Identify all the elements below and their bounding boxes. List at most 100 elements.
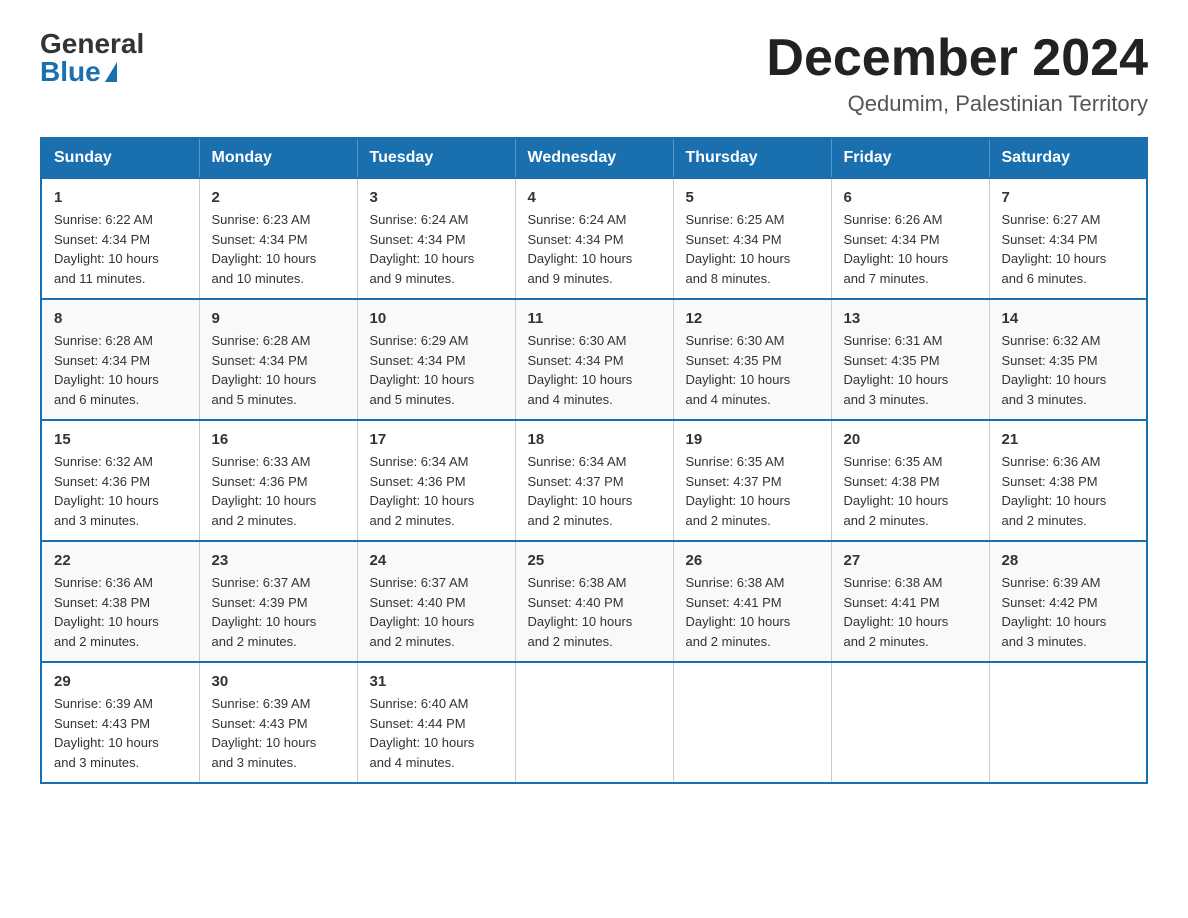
logo-blue-text: Blue bbox=[40, 58, 119, 86]
calendar-cell: 16 Sunrise: 6:33 AM Sunset: 4:36 PM Dayli… bbox=[199, 420, 357, 541]
calendar-cell: 4Sunrise: 6:24 AM Sunset: 4:34 PM Daylig… bbox=[515, 178, 673, 299]
calendar-cell: 31Sunrise: 6:40 AM Sunset: 4:44 PM Dayli… bbox=[357, 662, 515, 783]
day-number: 22 bbox=[54, 552, 187, 569]
calendar-week-row: 1Sunrise: 6:22 AM Sunset: 4:34 PM Daylig… bbox=[41, 178, 1147, 299]
day-info: Sunrise: 6:39 AM Sunset: 4:43 PM Dayligh… bbox=[212, 694, 345, 772]
day-number: 3 bbox=[370, 189, 503, 206]
day-number: 31 bbox=[370, 673, 503, 690]
day-info: Sunrise: 6:23 AM Sunset: 4:34 PM Dayligh… bbox=[212, 210, 345, 288]
day-number: 6 bbox=[844, 189, 977, 206]
logo-triangle-icon bbox=[105, 62, 117, 82]
day-info: Sunrise: 6:34 AM Sunset: 4:37 PM Dayligh… bbox=[528, 452, 661, 530]
calendar-week-row: 22 Sunrise: 6:36 AM Sunset: 4:38 PM Dayli… bbox=[41, 541, 1147, 662]
day-info: Sunrise: 6:25 AM Sunset: 4:34 PM Dayligh… bbox=[686, 210, 819, 288]
day-info: Sunrise: 6:28 AM Sunset: 4:34 PM Dayligh… bbox=[54, 331, 187, 409]
day-info: Sunrise: 6:35 AM Sunset: 4:37 PM Dayligh… bbox=[686, 452, 819, 530]
calendar-cell: 8 Sunrise: 6:28 AM Sunset: 4:34 PM Daylig… bbox=[41, 299, 199, 420]
calendar-cell bbox=[515, 662, 673, 783]
day-number: 24 bbox=[370, 552, 503, 569]
calendar-header-row: SundayMondayTuesdayWednesdayThursdayFrid… bbox=[41, 138, 1147, 178]
day-info: Sunrise: 6:37 AM Sunset: 4:39 PM Dayligh… bbox=[212, 573, 345, 651]
day-number: 26 bbox=[686, 552, 819, 569]
day-number: 21 bbox=[1002, 431, 1135, 448]
day-info: Sunrise: 6:26 AM Sunset: 4:34 PM Dayligh… bbox=[844, 210, 977, 288]
day-number: 13 bbox=[844, 310, 977, 327]
calendar-cell: 25 Sunrise: 6:38 AM Sunset: 4:40 PM Dayli… bbox=[515, 541, 673, 662]
calendar-cell: 18 Sunrise: 6:34 AM Sunset: 4:37 PM Dayli… bbox=[515, 420, 673, 541]
calendar-cell: 10Sunrise: 6:29 AM Sunset: 4:34 PM Dayli… bbox=[357, 299, 515, 420]
calendar-cell: 21Sunrise: 6:36 AM Sunset: 4:38 PM Dayli… bbox=[989, 420, 1147, 541]
calendar-week-row: 29 Sunrise: 6:39 AM Sunset: 4:43 PM Dayli… bbox=[41, 662, 1147, 783]
day-info: Sunrise: 6:35 AM Sunset: 4:38 PM Dayligh… bbox=[844, 452, 977, 530]
calendar-cell bbox=[989, 662, 1147, 783]
calendar-cell bbox=[831, 662, 989, 783]
day-number: 27 bbox=[844, 552, 977, 569]
calendar-cell: 9 Sunrise: 6:28 AM Sunset: 4:34 PM Daylig… bbox=[199, 299, 357, 420]
day-number: 5 bbox=[686, 189, 819, 206]
calendar-cell: 20 Sunrise: 6:35 AM Sunset: 4:38 PM Dayli… bbox=[831, 420, 989, 541]
day-info: Sunrise: 6:24 AM Sunset: 4:34 PM Dayligh… bbox=[370, 210, 503, 288]
calendar-week-row: 8 Sunrise: 6:28 AM Sunset: 4:34 PM Daylig… bbox=[41, 299, 1147, 420]
day-info: Sunrise: 6:36 AM Sunset: 4:38 PM Dayligh… bbox=[54, 573, 187, 651]
day-number: 20 bbox=[844, 431, 977, 448]
header-thursday: Thursday bbox=[673, 138, 831, 178]
calendar-cell: 19 Sunrise: 6:35 AM Sunset: 4:37 PM Dayli… bbox=[673, 420, 831, 541]
day-info: Sunrise: 6:38 AM Sunset: 4:40 PM Dayligh… bbox=[528, 573, 661, 651]
day-number: 25 bbox=[528, 552, 661, 569]
calendar-cell: 24 Sunrise: 6:37 AM Sunset: 4:40 PM Dayli… bbox=[357, 541, 515, 662]
day-number: 14 bbox=[1002, 310, 1135, 327]
day-info: Sunrise: 6:37 AM Sunset: 4:40 PM Dayligh… bbox=[370, 573, 503, 651]
day-info: Sunrise: 6:29 AM Sunset: 4:34 PM Dayligh… bbox=[370, 331, 503, 409]
day-info: Sunrise: 6:30 AM Sunset: 4:34 PM Dayligh… bbox=[528, 331, 661, 409]
day-number: 9 bbox=[212, 310, 345, 327]
day-number: 29 bbox=[54, 673, 187, 690]
calendar-cell: 6 Sunrise: 6:26 AM Sunset: 4:34 PM Daylig… bbox=[831, 178, 989, 299]
header-wednesday: Wednesday bbox=[515, 138, 673, 178]
day-number: 16 bbox=[212, 431, 345, 448]
calendar-cell: 15Sunrise: 6:32 AM Sunset: 4:36 PM Dayli… bbox=[41, 420, 199, 541]
calendar-cell: 28 Sunrise: 6:39 AM Sunset: 4:42 PM Dayli… bbox=[989, 541, 1147, 662]
calendar-cell: 26 Sunrise: 6:38 AM Sunset: 4:41 PM Dayli… bbox=[673, 541, 831, 662]
day-number: 23 bbox=[212, 552, 345, 569]
day-info: Sunrise: 6:28 AM Sunset: 4:34 PM Dayligh… bbox=[212, 331, 345, 409]
day-number: 18 bbox=[528, 431, 661, 448]
day-info: Sunrise: 6:34 AM Sunset: 4:36 PM Dayligh… bbox=[370, 452, 503, 530]
calendar-cell: 17 Sunrise: 6:34 AM Sunset: 4:36 PM Dayli… bbox=[357, 420, 515, 541]
calendar-cell: 23 Sunrise: 6:37 AM Sunset: 4:39 PM Dayli… bbox=[199, 541, 357, 662]
calendar-cell: 7Sunrise: 6:27 AM Sunset: 4:34 PM Daylig… bbox=[989, 178, 1147, 299]
day-info: Sunrise: 6:22 AM Sunset: 4:34 PM Dayligh… bbox=[54, 210, 187, 288]
day-info: Sunrise: 6:39 AM Sunset: 4:42 PM Dayligh… bbox=[1002, 573, 1135, 651]
day-info: Sunrise: 6:39 AM Sunset: 4:43 PM Dayligh… bbox=[54, 694, 187, 772]
calendar-cell: 11Sunrise: 6:30 AM Sunset: 4:34 PM Dayli… bbox=[515, 299, 673, 420]
day-number: 30 bbox=[212, 673, 345, 690]
header-monday: Monday bbox=[199, 138, 357, 178]
calendar-cell: 1Sunrise: 6:22 AM Sunset: 4:34 PM Daylig… bbox=[41, 178, 199, 299]
logo-general-text: General bbox=[40, 30, 144, 58]
day-number: 17 bbox=[370, 431, 503, 448]
day-info: Sunrise: 6:38 AM Sunset: 4:41 PM Dayligh… bbox=[844, 573, 977, 651]
day-info: Sunrise: 6:33 AM Sunset: 4:36 PM Dayligh… bbox=[212, 452, 345, 530]
day-info: Sunrise: 6:27 AM Sunset: 4:34 PM Dayligh… bbox=[1002, 210, 1135, 288]
header-friday: Friday bbox=[831, 138, 989, 178]
calendar-cell: 12Sunrise: 6:30 AM Sunset: 4:35 PM Dayli… bbox=[673, 299, 831, 420]
header-tuesday: Tuesday bbox=[357, 138, 515, 178]
logo: General Blue bbox=[40, 30, 144, 86]
calendar-cell: 2 Sunrise: 6:23 AM Sunset: 4:34 PM Daylig… bbox=[199, 178, 357, 299]
day-info: Sunrise: 6:30 AM Sunset: 4:35 PM Dayligh… bbox=[686, 331, 819, 409]
day-number: 2 bbox=[212, 189, 345, 206]
day-number: 19 bbox=[686, 431, 819, 448]
header: General Blue December 2024 Qedumim, Pale… bbox=[40, 30, 1148, 117]
calendar-cell: 30 Sunrise: 6:39 AM Sunset: 4:43 PM Dayli… bbox=[199, 662, 357, 783]
calendar-table: SundayMondayTuesdayWednesdayThursdayFrid… bbox=[40, 137, 1148, 784]
header-saturday: Saturday bbox=[989, 138, 1147, 178]
day-info: Sunrise: 6:38 AM Sunset: 4:41 PM Dayligh… bbox=[686, 573, 819, 651]
day-number: 8 bbox=[54, 310, 187, 327]
calendar-cell: 14 Sunrise: 6:32 AM Sunset: 4:35 PM Dayli… bbox=[989, 299, 1147, 420]
title-block: December 2024 Qedumim, Palestinian Terri… bbox=[766, 30, 1148, 117]
day-info: Sunrise: 6:32 AM Sunset: 4:35 PM Dayligh… bbox=[1002, 331, 1135, 409]
day-info: Sunrise: 6:32 AM Sunset: 4:36 PM Dayligh… bbox=[54, 452, 187, 530]
day-number: 28 bbox=[1002, 552, 1135, 569]
calendar-cell: 22 Sunrise: 6:36 AM Sunset: 4:38 PM Dayli… bbox=[41, 541, 199, 662]
location-subtitle: Qedumim, Palestinian Territory bbox=[766, 91, 1148, 117]
day-number: 4 bbox=[528, 189, 661, 206]
